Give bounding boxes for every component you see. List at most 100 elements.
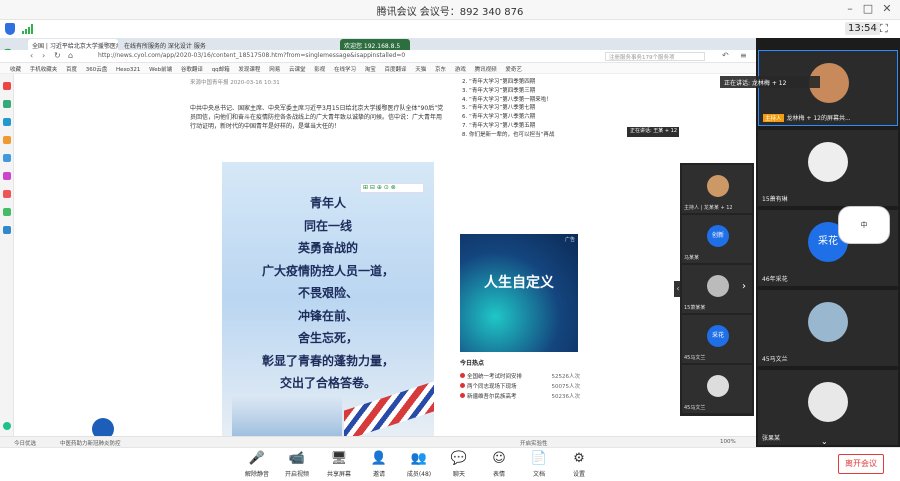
video-tile-host[interactable]: 主持人 龙林梅 + 12的屏幕共...: [758, 50, 898, 126]
poster-line: 同在一线: [303, 218, 352, 233]
minimize-icon[interactable]: –: [843, 2, 857, 15]
bookmark[interactable]: 百度翻译: [385, 67, 407, 73]
leave-meeting-button[interactable]: 离开会议: [838, 454, 884, 474]
avatar: 采花: [707, 325, 729, 347]
list-item[interactable]: 3. “青年大学习”第四季第三期: [462, 87, 622, 96]
sidebar-app-icon[interactable]: [3, 118, 11, 126]
bookmark[interactable]: 影视: [314, 67, 325, 73]
poster-line: 彰显了青春的蓬勃力量，: [261, 353, 394, 368]
bookmark[interactable]: 谷歌翻译: [181, 67, 203, 73]
browser-tab-2[interactable]: 在线有所服务的 深化设计 服务: [120, 39, 216, 50]
members-button[interactable]: 👥 成员(48): [402, 451, 436, 478]
sidebar-app-icon[interactable]: [3, 190, 11, 198]
video-tile[interactable]: 45马文兰: [682, 365, 752, 413]
video-tile[interactable]: 张果某: [758, 370, 898, 445]
home-icon[interactable]: ⌂: [68, 51, 73, 60]
bookmark[interactable]: 云课堂: [289, 67, 306, 73]
list-item[interactable]: 7. “青年大学习”第八季第五期: [462, 122, 622, 131]
url-input[interactable]: http://news.cyol.com/app/2020-03/16/cont…: [98, 52, 598, 61]
emoji-button[interactable]: ☺ 表情: [482, 451, 516, 478]
browser-tab-1[interactable]: 全国 | 习近平给北京大学援鄂医疗: [28, 39, 118, 50]
bookmark[interactable]: 淘宝: [365, 67, 376, 73]
strip-next-icon[interactable]: ›: [742, 281, 746, 292]
list-item[interactable]: 2. “青年大学习”第四季第四期: [462, 78, 622, 87]
bookmark[interactable]: 天猫: [415, 67, 426, 73]
forward-icon[interactable]: ›: [42, 51, 45, 60]
ad-title: 人生自定义: [484, 275, 554, 291]
sidebar-app-icon[interactable]: [3, 154, 11, 162]
bookmark[interactable]: 收藏: [10, 67, 21, 73]
article-paragraph: 中共中央总书记、国家主席、中央军委主席习近平3月15日给北京大学援鄂医疗队全体“…: [190, 105, 444, 130]
image-toolbar[interactable]: ⊞ ⊟ ⊕ ⊙ ⊗: [360, 183, 424, 193]
bookmark[interactable]: 发现课程: [238, 67, 260, 73]
sidebar-app-icon[interactable]: [3, 226, 11, 234]
start-video-button[interactable]: 📹 开启视频: [280, 451, 314, 478]
poster-line: 舍生忘死，: [297, 331, 358, 345]
poster-line: 广大疫情防控人员一道，: [261, 263, 394, 278]
hot-heading: 今日热点: [460, 360, 485, 367]
menu-icon[interactable]: ≡: [740, 51, 747, 60]
security-shield-icon[interactable]: [5, 23, 15, 35]
document-icon: 📄: [530, 451, 548, 466]
poster-line: 青年人: [309, 196, 346, 210]
browser-status-bar: 今日优选 中医药助力新冠肺炎防控 开启实验性 100%: [0, 436, 756, 447]
list-item[interactable]: 4. “青年大学习”第八季第一期来啦！: [462, 96, 622, 105]
browser-tab-3[interactable]: 欢迎您 192.168.8.5: [340, 39, 410, 50]
network-signal-icon[interactable]: [22, 24, 34, 34]
list-item[interactable]: 新疆维吾尔民族高考 50236人次: [460, 392, 580, 402]
control-bar: 🎤 解除静音 📹 开启视频 🖥 共享屏幕 👤 邀请 👥 成员(48) 💬 聊天 …: [0, 447, 900, 481]
video-tile[interactable]: 创新 马某某: [682, 215, 752, 263]
video-tile[interactable]: 45马文兰: [758, 290, 898, 366]
shared-screen: e 全国 | 习近平给北京大学援鄂医疗 在线有所服务的 深化设计 服务 欢迎您 …: [0, 38, 756, 447]
bookmark[interactable]: Hexo321: [116, 67, 140, 73]
sidebar-app-icon[interactable]: [3, 100, 11, 108]
article-date: 来源中国青年报 2020-03-16 10:31: [190, 80, 280, 86]
bookmark[interactable]: 网易: [269, 67, 280, 73]
refresh-icon[interactable]: ↻: [54, 51, 61, 60]
invite-button[interactable]: 👤 邀请: [362, 451, 396, 478]
unmute-button[interactable]: 🎤 解除静音: [240, 451, 274, 478]
poster-text: 青年人 同在一线 英勇奋战的 广大疫情防控人员一道， 不畏艰险、 冲锋在前、 舍…: [222, 192, 434, 395]
advertisement[interactable]: 广告 人生自定义: [460, 234, 578, 352]
bookmark[interactable]: 百度: [66, 67, 77, 73]
ranking-list: 2. “青年大学习”第四季第四期 3. “青年大学习”第四季第三期 4. “青年…: [462, 78, 622, 140]
bookmark[interactable]: 游戏: [455, 67, 466, 73]
bookmark[interactable]: 京东: [435, 67, 446, 73]
bookmark[interactable]: qq邮箱: [212, 67, 230, 73]
members-icon: 👥: [410, 451, 428, 466]
bookmark[interactable]: 爱奇艺: [505, 67, 522, 73]
chat-icon: 💬: [450, 451, 468, 466]
chevron-down-icon[interactable]: ⌄: [821, 437, 828, 446]
sidebar-app-icon[interactable]: [3, 208, 11, 216]
list-item[interactable]: 6. “青年大学习”第八季第六期: [462, 113, 622, 122]
video-tile[interactable]: 采花 45马文兰: [682, 315, 752, 363]
chat-button[interactable]: 💬 聊天: [442, 451, 476, 478]
list-item[interactable]: 8. 你们是新一辈的，也可以担当“再战: [462, 131, 622, 140]
sidebar-app-icon[interactable]: [3, 172, 11, 180]
browser-search-input[interactable]: 注册服务事务179个服务项: [605, 52, 705, 61]
bookmark[interactable]: 手机收藏夹: [30, 67, 58, 73]
settings-button[interactable]: ⚙ 设置: [562, 451, 596, 478]
sidebar-app-icon[interactable]: [3, 82, 11, 90]
bookmark[interactable]: Web前端: [149, 67, 172, 73]
bookmark[interactable]: 腾讯视频: [475, 67, 497, 73]
list-item[interactable]: 全国统一考试时间安排 52526人次: [460, 372, 580, 382]
meeting-clock: 13:54: [845, 22, 880, 35]
list-item[interactable]: 5. “青年大学习”第八季第七期: [462, 104, 622, 113]
back-icon[interactable]: ‹: [30, 51, 33, 60]
bookmark[interactable]: 在线学习: [334, 67, 356, 73]
document-button[interactable]: 📄 文档: [522, 451, 556, 478]
maximize-icon[interactable]: □: [861, 2, 875, 15]
undo-icon[interactable]: ↶: [722, 51, 729, 60]
poster-line: 不畏艰险、: [297, 286, 358, 300]
sidebar-app-icon[interactable]: [3, 136, 11, 144]
bookmark[interactable]: 360云盘: [86, 67, 108, 73]
video-tile[interactable]: 主持人 | 龙某某 + 12: [682, 165, 752, 213]
ad-tag: 广告: [564, 237, 575, 243]
fullscreen-icon[interactable]: ⛶: [880, 22, 888, 36]
avatar: [707, 275, 729, 297]
video-tile[interactable]: 15萧有琳: [758, 130, 898, 206]
share-screen-button[interactable]: 🖥 共享屏幕: [322, 451, 356, 478]
close-icon[interactable]: ✕: [880, 2, 894, 15]
list-item[interactable]: 两个同志现场下现场 50075人次: [460, 382, 580, 392]
